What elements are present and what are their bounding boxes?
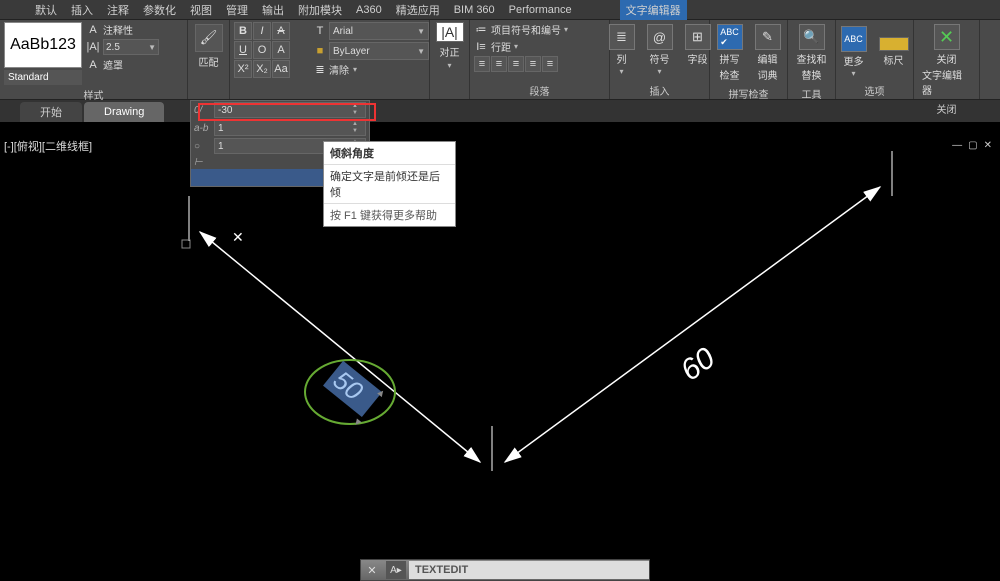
clear-icon: ≣	[313, 63, 327, 77]
superscript-button[interactable]: X²	[234, 60, 252, 78]
format-grid: B I A U O A X² X₂ Aa	[234, 22, 309, 78]
command-input[interactable]: TEXTEDIT	[409, 561, 649, 579]
tracking-input[interactable]: 1▲▼	[214, 120, 366, 136]
linespace-button[interactable]: 行距	[491, 39, 511, 54]
menu-manage[interactable]: 管理	[226, 2, 248, 18]
spellcheck-button[interactable]: ABC✔拼写检查	[713, 22, 747, 84]
justify-icon: |A|	[436, 22, 464, 42]
panel-insert-label: 插入	[614, 81, 705, 98]
widthfactor-icon: ○	[194, 141, 210, 152]
close-editor-button[interactable]: ✕关闭文字编辑器	[918, 22, 975, 99]
tab-start[interactable]: 开始	[20, 102, 82, 122]
tooltip-help: 按 F1 键获得更多帮助	[324, 203, 455, 226]
oblique-tooltip: 倾斜角度 确定文字是前倾还是后倾 按 F1 键获得更多帮助	[323, 141, 456, 227]
menu-addins[interactable]: 附加模块	[298, 2, 342, 18]
match-icon: 🖌	[195, 24, 223, 52]
font-icon: T	[313, 24, 327, 38]
mask-label[interactable]: 遮罩	[103, 57, 123, 72]
drawing-canvas[interactable]: 60 50 ▲ ▼ ✕	[0, 122, 1000, 562]
panel-paragraph-label: 段落	[474, 81, 605, 98]
tooltip-desc: 确定文字是前倾还是后倾	[324, 164, 455, 203]
panel-spell-label: 拼写检查	[714, 84, 783, 101]
align-dist-button[interactable]: ≡	[542, 56, 558, 72]
annotative-label: 注释性	[103, 22, 133, 37]
menu-parametric[interactable]: 参数化	[143, 2, 176, 18]
tracking-icon: a-b	[194, 123, 210, 134]
panel-style-label: 样式	[4, 85, 183, 102]
panel-close-label: 关闭	[918, 99, 975, 116]
cmd-close-icon[interactable]: ✕	[361, 564, 383, 577]
text-height-dropdown[interactable]: 2.5▼	[103, 39, 159, 55]
more-icon: ABC	[841, 26, 867, 52]
svg-text:▼: ▼	[350, 415, 365, 430]
panel-tools-label: 工具	[792, 84, 831, 101]
dictionary-button[interactable]: ✎编辑词典	[751, 22, 785, 84]
menu-performance[interactable]: Performance	[509, 4, 572, 16]
height-icon: |A|	[86, 40, 100, 54]
command-bar[interactable]: ✕ A▸ TEXTEDIT	[360, 559, 650, 581]
menu-texteditor[interactable]: 文字编辑器	[620, 0, 687, 20]
color-dropdown[interactable]: ByLayer▼	[329, 42, 429, 60]
dimension-60-text[interactable]: 60	[675, 341, 722, 387]
bold-button[interactable]: B	[234, 22, 252, 40]
symbol-button[interactable]: @符号▾	[643, 22, 677, 78]
file-tabs: 开始 Drawing	[0, 100, 1000, 122]
menu-annotate[interactable]: 注释	[107, 2, 129, 18]
oblique-angle-icon: 0/	[194, 105, 210, 116]
linespace-icon: I≡	[474, 40, 488, 54]
menu-default[interactable]: 默认	[35, 2, 57, 18]
ribbon: AaBb123 Standard A注释性 |A|2.5▼ A遮罩 样式 🖌 匹…	[0, 20, 1000, 100]
spellcheck-icon: ABC✔	[717, 24, 743, 50]
clear-fmt-button[interactable]: 清除	[329, 62, 349, 77]
symbol-icon: @	[647, 24, 673, 50]
menu-bim360[interactable]: BIM 360	[454, 4, 495, 16]
menu-view[interactable]: 视图	[190, 2, 212, 18]
align-justify-button[interactable]: ≡	[525, 56, 541, 72]
dictionary-icon: ✎	[755, 24, 781, 50]
findreplace-button[interactable]: 🔍查找和替换	[793, 22, 831, 84]
menu-a360[interactable]: A360	[356, 4, 382, 16]
columns-icon: ≣	[609, 24, 635, 50]
text-style-name[interactable]: Standard	[4, 70, 82, 85]
cmd-prompt-icon[interactable]: A▸	[386, 561, 406, 579]
ruler-icon	[879, 37, 909, 51]
find-icon: 🔍	[799, 24, 825, 50]
font-name-dropdown[interactable]: Arial▼	[329, 22, 429, 40]
justify-button[interactable]: |A| 对正 ▾	[434, 22, 465, 70]
text-cursor-x: ✕	[232, 229, 244, 245]
text-style-preview[interactable]: AaBb123	[4, 22, 82, 68]
bullets-button[interactable]: 项目符号和编号	[491, 22, 561, 37]
tab-drawing[interactable]: Drawing	[84, 102, 164, 122]
strike-button[interactable]: A	[272, 22, 290, 40]
more-button[interactable]: ABC更多▾	[837, 24, 871, 80]
tooltip-title: 倾斜角度	[324, 142, 455, 164]
menu-insert[interactable]: 插入	[71, 2, 93, 18]
menu-bar: 默认 插入 注释 参数化 视图 管理 输出 附加模块 A360 精选应用 BIM…	[0, 0, 1000, 20]
text-grip[interactable]	[182, 240, 190, 248]
menu-featured[interactable]: 精选应用	[396, 2, 440, 18]
align-left-button[interactable]: ≡	[474, 56, 490, 72]
align-right-button[interactable]: ≡	[508, 56, 524, 72]
italic-button[interactable]: I	[253, 22, 271, 40]
underline-button[interactable]: U	[234, 41, 252, 59]
annotative-icon: A	[86, 23, 100, 37]
oblique-angle-input[interactable]: -30▲▼	[214, 102, 366, 118]
align-center-button[interactable]: ≡	[491, 56, 507, 72]
match-button[interactable]: 🖌 匹配	[192, 22, 225, 70]
subscript-button[interactable]: X₂	[253, 60, 271, 78]
mask-icon: A	[86, 58, 100, 72]
field-icon: ⊞	[685, 24, 711, 50]
panel-options-label: 选项	[840, 81, 909, 98]
close-icon: ✕	[934, 24, 960, 50]
bullets-icon: ≔	[474, 23, 488, 37]
menu-output[interactable]: 输出	[262, 2, 284, 18]
case-button[interactable]: A	[272, 41, 290, 59]
overline-button[interactable]: O	[253, 41, 271, 59]
changecase-button[interactable]: Aa	[272, 60, 290, 78]
stack-icon: ⊢	[194, 157, 210, 168]
color-icon: ■	[313, 44, 327, 58]
columns-button[interactable]: ≣列▾	[605, 22, 639, 78]
ruler-button[interactable]: 标尺	[875, 35, 913, 69]
